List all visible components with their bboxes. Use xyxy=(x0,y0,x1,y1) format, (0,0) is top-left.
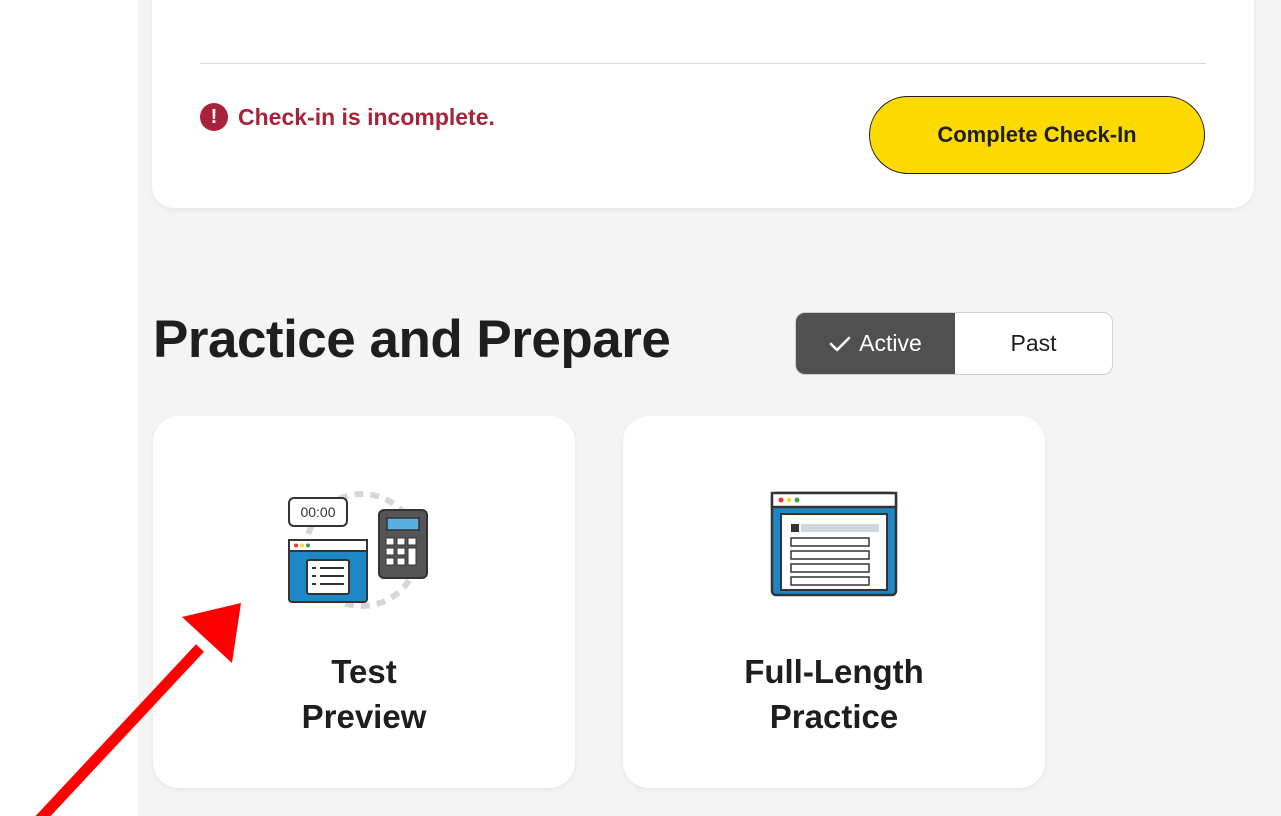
toggle-past[interactable]: Past xyxy=(955,313,1112,374)
left-margin xyxy=(0,0,138,816)
toggle-active[interactable]: Active xyxy=(796,313,955,374)
full-length-practice-card[interactable]: Full-Length Practice xyxy=(623,416,1045,788)
active-past-toggle: Active Past xyxy=(795,312,1113,375)
complete-checkin-button[interactable]: Complete Check-In xyxy=(869,96,1205,174)
test-preview-card[interactable]: 00:00 Test Preview xyxy=(153,416,575,788)
checkin-card: ! Check-in is incomplete. Complete Check… xyxy=(152,0,1254,208)
card-label-line1: Full-Length xyxy=(744,653,924,690)
checkin-status: ! Check-in is incomplete. xyxy=(200,103,495,131)
full-length-practice-label: Full-Length Practice xyxy=(623,649,1045,739)
browser-form-icon xyxy=(769,490,899,605)
checkin-status-text: Check-in is incomplete. xyxy=(238,103,495,130)
checkmark-icon xyxy=(829,336,851,351)
timer-calculator-browser-icon: 00:00 xyxy=(274,482,454,617)
card-label-line2: Preview xyxy=(301,698,427,735)
toggle-active-label: Active xyxy=(859,330,922,356)
timer-text: 00:00 xyxy=(300,504,335,520)
card-label-line2: Practice xyxy=(769,698,899,735)
test-preview-label: Test Preview xyxy=(153,649,575,739)
page: ! Check-in is incomplete. Complete Check… xyxy=(0,0,1281,816)
alert-icon: ! xyxy=(200,103,228,131)
section-title: Practice and Prepare xyxy=(153,310,671,369)
toggle-past-label: Past xyxy=(1010,330,1057,356)
card-label-line1: Test xyxy=(331,653,397,690)
divider xyxy=(200,63,1206,64)
